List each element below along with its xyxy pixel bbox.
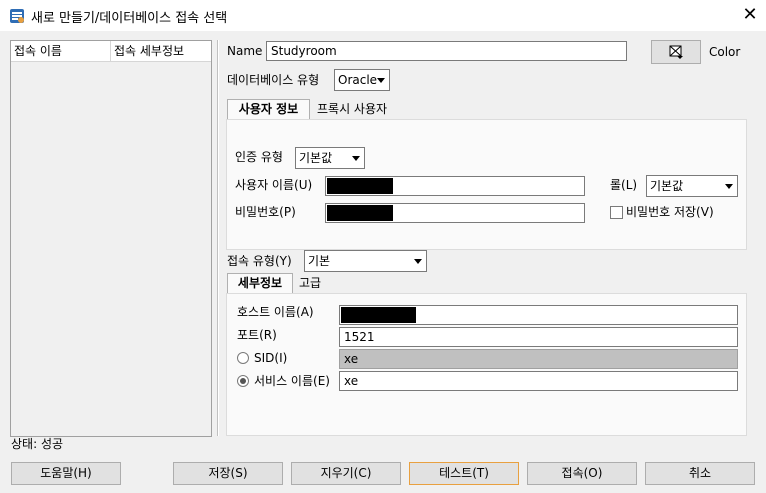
- service-name-input[interactable]: xe: [339, 371, 738, 391]
- save-password-checkbox[interactable]: [610, 206, 623, 219]
- sid-label: SID(I): [254, 351, 288, 365]
- port-value: 1521: [344, 330, 375, 344]
- name-input-value: Studyroom: [271, 44, 337, 58]
- connection-type-select[interactable]: 기본: [304, 250, 427, 272]
- test-button[interactable]: 테스트(T): [409, 462, 519, 485]
- port-input[interactable]: 1521: [339, 327, 738, 347]
- color-picker-button[interactable]: [651, 40, 701, 64]
- column-header-connection-details[interactable]: 접속 세부정보: [111, 41, 211, 61]
- service-name-radio[interactable]: [237, 375, 249, 387]
- auth-type-value: 기본값: [299, 151, 333, 165]
- tab-advanced[interactable]: 고급: [299, 274, 321, 293]
- service-name-label: 서비스 이름(E): [254, 374, 330, 388]
- tab-user-info[interactable]: 사용자 정보: [227, 99, 310, 120]
- username-label: 사용자 이름(U): [235, 178, 313, 192]
- connect-button[interactable]: 접속(O): [527, 462, 637, 485]
- close-icon[interactable]: ✕: [738, 4, 762, 26]
- connection-list[interactable]: 접속 이름 접속 세부정보: [10, 40, 212, 437]
- chevron-down-icon: [377, 78, 385, 83]
- password-label: 비밀번호(P): [235, 205, 296, 219]
- color-picker-icon: [669, 45, 683, 59]
- role-label: 롤(L): [610, 178, 638, 192]
- save-password-label: 비밀번호 저장(V): [626, 205, 714, 219]
- connection-type-value: 기본: [308, 254, 331, 268]
- connection-list-header: 접속 이름 접속 세부정보: [11, 41, 211, 62]
- database-type-value: Oracle: [338, 73, 378, 87]
- sql-developer-icon: [10, 9, 24, 23]
- name-input[interactable]: Studyroom: [266, 41, 627, 61]
- redacted-host: [341, 307, 416, 323]
- redacted-username: [327, 178, 393, 194]
- clear-button[interactable]: 지우기(C): [291, 462, 401, 485]
- service-name-value: xe: [344, 374, 359, 388]
- database-type-select[interactable]: Oracle: [334, 69, 390, 91]
- connection-type-label: 접속 유형(Y): [227, 254, 292, 268]
- password-input[interactable]: [325, 203, 585, 223]
- chevron-down-icon: [725, 184, 733, 189]
- port-label: 포트(R): [237, 328, 277, 342]
- sid-value: xe: [344, 352, 359, 366]
- host-label: 호스트 이름(A): [237, 305, 314, 319]
- chevron-down-icon: [352, 156, 360, 161]
- tab-proxy-user[interactable]: 프록시 사용자: [317, 100, 387, 119]
- cancel-button[interactable]: 취소: [645, 462, 755, 485]
- sid-radio[interactable]: [237, 352, 249, 364]
- sid-input[interactable]: xe: [339, 349, 738, 369]
- column-header-connection-name[interactable]: 접속 이름: [11, 41, 110, 61]
- host-input[interactable]: [339, 305, 738, 325]
- auth-type-label: 인증 유형: [235, 150, 283, 164]
- tab-details[interactable]: 세부정보: [227, 273, 293, 294]
- role-value: 기본값: [650, 179, 684, 193]
- chevron-down-icon: [414, 259, 422, 264]
- role-select[interactable]: 기본값: [646, 175, 738, 197]
- name-label: Name: [227, 44, 263, 58]
- status-text: 상태: 성공: [11, 437, 64, 451]
- color-label: Color: [709, 45, 741, 59]
- database-type-label: 데이터베이스 유형: [227, 73, 320, 87]
- splitter-highlight: [218, 40, 219, 436]
- auth-type-select[interactable]: 기본값: [295, 147, 365, 169]
- window-title: 새로 만들기/데이터베이스 접속 선택: [31, 11, 228, 26]
- redacted-password: [327, 205, 393, 221]
- username-input[interactable]: [325, 176, 585, 196]
- help-button[interactable]: 도움말(H): [11, 462, 121, 485]
- save-button[interactable]: 저장(S): [173, 462, 283, 485]
